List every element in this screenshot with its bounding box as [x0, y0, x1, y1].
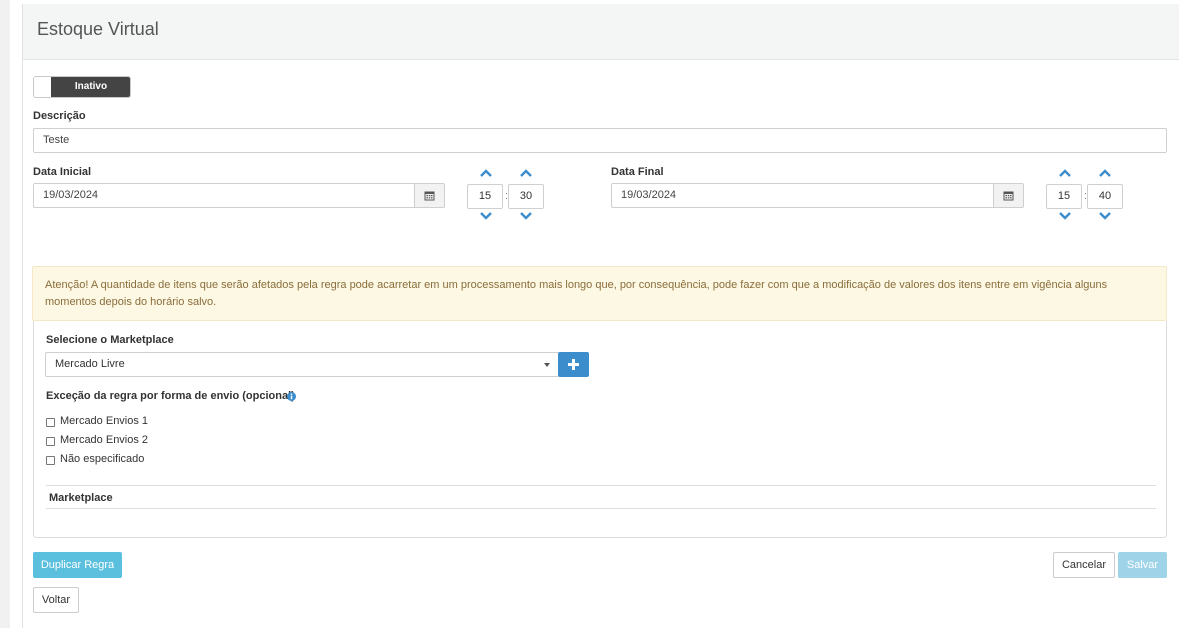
duplicate-rule-button[interactable]: Duplicar Regra: [33, 552, 122, 578]
calendar-icon: [1003, 191, 1014, 201]
checkbox-label: Não especificado: [60, 453, 145, 465]
toggle-label: Inativo: [51, 77, 130, 97]
table-divider: [46, 508, 1156, 509]
calendar-icon: [424, 191, 435, 201]
checkbox[interactable]: [46, 437, 55, 446]
plus-icon: [568, 359, 579, 370]
panel-header: Estoque Virtual: [23, 4, 1179, 60]
hour-up-chevron-icon[interactable]: [479, 168, 493, 178]
data-final-calendar-button[interactable]: [994, 183, 1024, 208]
data-inicial-calendar-button[interactable]: [415, 183, 445, 208]
marketplace-select[interactable]: Mercado Livre: [45, 352, 559, 377]
shipping-exception-label: Exceção da regra por forma de envio (opc…: [46, 390, 295, 402]
marketplace-selected-value: Mercado Livre: [55, 358, 125, 370]
back-button[interactable]: Voltar: [33, 587, 79, 613]
descricao-input[interactable]: Teste: [33, 128, 1167, 153]
checkbox[interactable]: [46, 418, 55, 427]
warning-alert: Atenção! A quantidade de itens que serão…: [32, 266, 1167, 321]
page-title: Estoque Virtual: [37, 19, 159, 39]
toggle-knob: [34, 77, 52, 97]
cancel-button[interactable]: Cancelar: [1053, 552, 1115, 578]
end-hour-down-chevron-icon[interactable]: [1058, 211, 1072, 221]
caret-down-icon: [544, 363, 550, 367]
end-minute-up-chevron-icon[interactable]: [1098, 168, 1112, 178]
marketplace-select-label: Selecione o Marketplace: [46, 334, 174, 346]
add-marketplace-button[interactable]: [558, 352, 589, 377]
minute-down-chevron-icon[interactable]: [519, 211, 533, 221]
end-minute-down-chevron-icon[interactable]: [1098, 211, 1112, 221]
data-inicial-input[interactable]: 19/03/2024: [33, 183, 415, 208]
end-hour-input[interactable]: 15: [1046, 184, 1082, 209]
table-header-marketplace: Marketplace: [49, 492, 113, 504]
start-minute-input[interactable]: 30: [508, 184, 544, 209]
data-inicial-label: Data Inicial: [33, 166, 92, 178]
data-final-label: Data Final: [611, 166, 664, 178]
minute-up-chevron-icon[interactable]: [519, 168, 533, 178]
info-icon[interactable]: [287, 392, 296, 401]
descricao-label: Descrição: [33, 110, 86, 122]
end-minute-input[interactable]: 40: [1087, 184, 1123, 209]
checkbox-label: Mercado Envios 2: [60, 434, 149, 446]
hour-down-chevron-icon[interactable]: [479, 211, 493, 221]
left-frame: [0, 0, 10, 628]
data-final-input[interactable]: 19/03/2024: [611, 183, 994, 208]
checkbox-label: Mercado Envios 1: [60, 415, 149, 427]
table-divider: [46, 485, 1156, 486]
save-button[interactable]: Salvar: [1118, 552, 1167, 578]
status-toggle[interactable]: Inativo: [33, 76, 131, 98]
marketplace-panel: Selecione o Marketplace Mercado Livre Ex…: [33, 321, 1167, 538]
end-hour-up-chevron-icon[interactable]: [1058, 168, 1072, 178]
checkbox[interactable]: [46, 456, 55, 465]
start-hour-input[interactable]: 15: [467, 184, 503, 209]
